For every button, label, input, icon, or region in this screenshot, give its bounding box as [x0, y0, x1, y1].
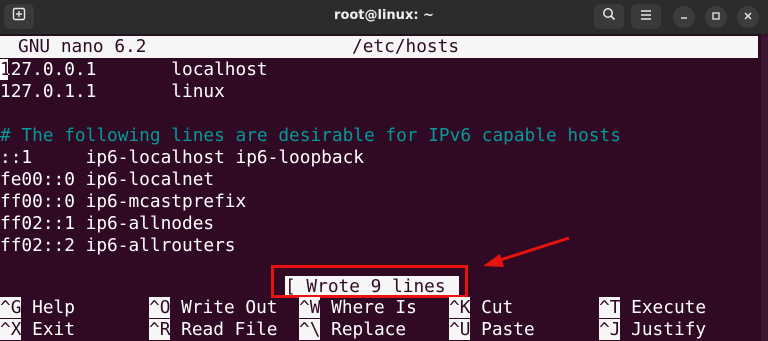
shortcut-key: ^O [149, 297, 171, 318]
shortcut-exit[interactable]: ^X Exit [0, 319, 75, 341]
shortcut-label: Paste [481, 319, 535, 340]
shortcut-key: ^U [449, 319, 471, 340]
shortcut-label: Help [32, 297, 75, 318]
shortcut-key: ^R [149, 319, 171, 340]
new-tab-button[interactable] [4, 4, 34, 29]
shortcut-justify[interactable]: ^J Justify [599, 319, 706, 341]
shortcut-label: Exit [32, 319, 75, 340]
terminal-area[interactable]: GNU nano 6.2 /etc/hosts 127.0.0.1 localh… [0, 35, 768, 341]
shortcut-read-file[interactable]: ^R Read File [149, 319, 278, 341]
search-icon [602, 7, 616, 26]
new-tab-icon [12, 7, 26, 26]
shortcut-label: Read File [181, 319, 278, 340]
close-button[interactable] [737, 6, 759, 28]
shortcut-key: ^\ [299, 319, 321, 340]
shortcut-execute[interactable]: ^T Execute [599, 297, 706, 319]
shortcut-write-out[interactable]: ^O Write Out [149, 297, 278, 319]
close-icon [743, 8, 753, 26]
shortcut-label: Justify [631, 319, 707, 340]
shortcut-where-is[interactable]: ^W Where Is [299, 297, 417, 319]
shortcut-label: Execute [631, 297, 707, 318]
title-bar: root@linux: ~ [0, 0, 768, 35]
shortcut-key: ^W [299, 297, 321, 318]
maximize-icon [711, 8, 721, 26]
shortcut-label: Replace [331, 319, 407, 340]
shortcut-replace[interactable]: ^\ Replace [299, 319, 406, 341]
menu-button[interactable] [631, 4, 661, 29]
shortcut-paste[interactable]: ^U Paste [449, 319, 535, 341]
shortcut-key: ^K [449, 297, 471, 318]
scrollbar[interactable] [761, 35, 768, 341]
shortcut-help[interactable]: ^G Help [0, 297, 75, 319]
shortcut-key: ^G [0, 297, 22, 318]
hamburger-menu-icon [639, 8, 653, 26]
shortcut-label: Where Is [331, 297, 417, 318]
shortcut-label: Write Out [181, 297, 278, 318]
shortcut-cut[interactable]: ^K Cut [449, 297, 513, 319]
minimize-button[interactable] [673, 6, 695, 28]
annotation-arrow-icon [483, 236, 570, 267]
terminal-window: root@linux: ~ GNU nano 6.2 /etc/hosts 12… [0, 0, 768, 341]
shortcut-key: ^J [599, 319, 621, 340]
shortcut-key: ^T [599, 297, 621, 318]
search-button[interactable] [594, 4, 624, 29]
minimize-icon [679, 8, 689, 26]
shortcut-label: Cut [481, 297, 514, 318]
maximize-button[interactable] [705, 6, 727, 28]
shortcut-key: ^X [0, 319, 22, 340]
